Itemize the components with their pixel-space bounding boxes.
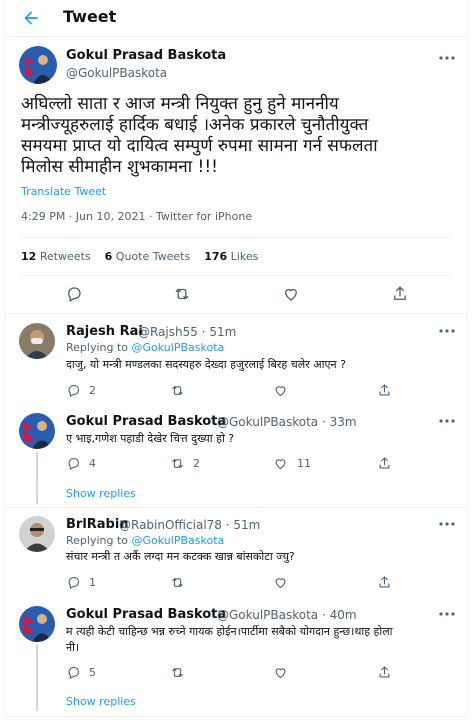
reply-text: ए भाइ,गणेश पहाडी देखेर चित्त दुख्या हो ?	[66, 432, 235, 445]
reply-handle[interactable]: @Rajsh55 · 51m	[138, 325, 236, 339]
divider	[5, 313, 467, 314]
reply-author[interactable]: Rajesh Rai	[66, 324, 143, 339]
replying-to: Replying to @GokulPBaskota	[66, 534, 224, 547]
more-icon[interactable]	[438, 328, 456, 334]
replying-prefix: Replying to	[66, 341, 129, 354]
retweet-icon[interactable]	[173, 285, 191, 303]
retweet-icon[interactable]	[170, 383, 185, 398]
share-icon[interactable]	[377, 575, 392, 590]
tweet-stats: 12 Retweets 6 Quote Tweets 176 Likes	[21, 250, 258, 263]
replying-prefix: Replying to	[66, 534, 129, 547]
reply-handle[interactable]: @GokulPBaskota · 33m	[217, 415, 357, 429]
reply-count: 1	[89, 576, 96, 589]
divider	[5, 36, 467, 37]
header: Tweet	[5, 0, 467, 36]
more-icon[interactable]	[438, 418, 456, 424]
likes-count[interactable]: 176	[204, 250, 227, 263]
thread-dots-icon	[35, 484, 39, 498]
reply-icon[interactable]	[66, 383, 81, 398]
divider	[21, 275, 451, 276]
page-title: Tweet	[63, 7, 117, 26]
tweet-timestamp[interactable]: 4:29 PM · Jun 10, 2021 · Twitter for iPh…	[21, 210, 252, 223]
reply-count: 4	[89, 457, 96, 470]
more-icon[interactable]	[438, 611, 456, 617]
reply-handle[interactable]: @GokulPBaskota · 40m	[217, 608, 357, 622]
reply-text: दाजु, यो मन्त्री मण्डलका सदस्यहरु देख्दा…	[66, 358, 346, 371]
like-icon[interactable]	[273, 575, 288, 590]
avatar[interactable]	[19, 413, 55, 449]
avatar[interactable]	[19, 323, 55, 359]
more-icon[interactable]	[438, 55, 456, 61]
thread-line	[36, 645, 38, 711]
share-icon[interactable]	[377, 383, 392, 398]
reply-icon[interactable]	[66, 575, 81, 590]
retweets-label[interactable]: Retweets	[40, 250, 91, 263]
reply-author[interactable]: Gokul Prasad Baskota	[66, 414, 226, 429]
share-icon[interactable]	[377, 456, 392, 471]
like-icon[interactable]	[273, 665, 288, 680]
reply-handle[interactable]: @RabinOfficial78 · 51m	[119, 518, 260, 532]
like-icon[interactable]	[273, 456, 288, 471]
reply-count: 5	[89, 666, 96, 679]
back-arrow-icon[interactable]	[21, 8, 41, 28]
like-icon[interactable]	[273, 383, 288, 398]
like-icon[interactable]	[282, 285, 300, 303]
retweet-icon[interactable]	[170, 665, 185, 680]
reply-count: 2	[89, 384, 96, 397]
quotes-count[interactable]: 6	[105, 250, 113, 263]
quotes-label[interactable]: Quote Tweets	[116, 250, 190, 263]
translate-tweet-link[interactable]: Translate Tweet	[21, 185, 106, 198]
share-icon[interactable]	[377, 665, 392, 680]
tweet-text: अघिल्लो साता र आज मन्त्री नियुक्त हुनु ह…	[21, 94, 378, 177]
tweet-page: Tweet Gokul Prasad Baskota @GokulPBaskot…	[4, 0, 468, 717]
avatar[interactable]	[19, 46, 57, 84]
author-name[interactable]: Gokul Prasad Baskota	[66, 48, 226, 63]
author-handle[interactable]: @GokulPBaskota	[66, 66, 167, 80]
reply-icon[interactable]	[66, 456, 81, 471]
avatar[interactable]	[19, 606, 55, 642]
share-icon[interactable]	[391, 285, 409, 303]
reply-author[interactable]: Gokul Prasad Baskota	[66, 607, 226, 622]
retweet-icon[interactable]	[170, 456, 185, 471]
reply-text: म त्यही केटी चाहिन्छ भन्न रुच्ने गायक हो…	[66, 625, 393, 654]
divider	[21, 237, 451, 238]
show-replies-link[interactable]: Show replies	[66, 695, 136, 708]
replying-to: Replying to @GokulPBaskota	[66, 341, 224, 354]
show-replies-link[interactable]: Show replies	[66, 487, 136, 500]
replying-to-link[interactable]: @GokulPBaskota	[132, 341, 225, 354]
reply-icon[interactable]	[65, 285, 83, 303]
retweet-icon[interactable]	[170, 575, 185, 590]
avatar[interactable]	[19, 516, 55, 552]
more-icon[interactable]	[438, 521, 456, 527]
reply-text: संचार मन्त्री त अर्कै लग्दा मन कटक्क खान…	[66, 550, 295, 563]
likes-label[interactable]: Likes	[231, 250, 259, 263]
replying-to-link[interactable]: @GokulPBaskota	[132, 534, 225, 547]
retweets-count[interactable]: 12	[21, 250, 36, 263]
retweet-count: 2	[193, 457, 200, 470]
like-count: 11	[297, 457, 311, 470]
divider	[5, 507, 467, 508]
reply-icon[interactable]	[66, 665, 81, 680]
